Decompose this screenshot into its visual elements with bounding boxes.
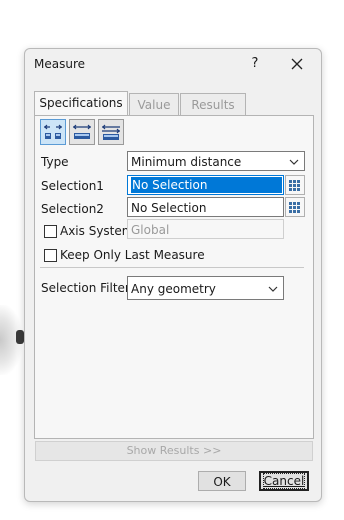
chevron-down-icon — [268, 286, 278, 292]
close-button[interactable] — [287, 54, 307, 74]
axis-system-label: Axis System — [60, 224, 134, 238]
keep-only-last-checkbox[interactable] — [44, 249, 57, 262]
measure-thickness-icon — [102, 124, 120, 140]
chevron-down-icon — [289, 159, 299, 165]
selection2-label: Selection2 — [41, 202, 104, 216]
tab-specifications[interactable]: Specifications — [34, 91, 128, 117]
measure-between-icon — [44, 124, 62, 139]
keep-only-last-label: Keep Only Last Measure — [60, 248, 205, 262]
type-dropdown[interactable]: Minimum distance — [127, 151, 305, 171]
axis-system-value: Global — [131, 223, 170, 237]
selection2-picker-button[interactable] — [285, 197, 305, 217]
selection-filter-label: Selection Filter — [41, 281, 130, 295]
close-icon — [291, 58, 303, 70]
title-bar: Measure ? — [25, 49, 321, 81]
selection1-label: Selection1 — [41, 179, 104, 193]
type-value: Minimum distance — [131, 155, 242, 169]
cancel-button[interactable]: Cancel — [259, 471, 309, 491]
selection2-value: No Selection — [131, 201, 207, 215]
separator — [40, 267, 304, 268]
selection2-field[interactable]: No Selection — [127, 197, 284, 217]
selection1-value: No Selection — [131, 177, 282, 193]
selection-filter-value: Any geometry — [131, 282, 216, 296]
tab-value[interactable]: Value — [129, 93, 179, 116]
tab-results[interactable]: Results — [180, 93, 246, 116]
selection-filter-dropdown[interactable]: Any geometry — [127, 276, 284, 300]
background-model-detail — [16, 330, 24, 344]
ok-button[interactable]: OK — [198, 471, 246, 491]
measure-between-button[interactable] — [40, 119, 66, 145]
cancel-label: Cancel — [262, 473, 306, 489]
dialog-title: Measure — [34, 57, 85, 71]
axis-system-field: Global — [127, 219, 284, 239]
ok-label: OK — [213, 475, 231, 489]
tab-label: Value — [137, 98, 171, 112]
grid-icon — [289, 180, 300, 191]
measure-thickness-button[interactable] — [98, 119, 124, 145]
grid-icon — [289, 202, 300, 213]
tab-label: Results — [191, 98, 235, 112]
type-label: Type — [41, 155, 69, 169]
measure-item-icon — [73, 124, 91, 139]
selection1-field[interactable]: No Selection — [127, 175, 284, 195]
tab-label: Specifications — [39, 96, 123, 110]
show-results-button[interactable]: Show Results >> — [35, 441, 313, 461]
axis-system-checkbox[interactable] — [44, 225, 57, 238]
measure-dialog: Measure ? Specifications Value Results T… — [24, 48, 322, 502]
measure-item-button[interactable] — [69, 119, 95, 145]
help-button[interactable]: ? — [245, 54, 265, 74]
selection1-picker-button[interactable] — [285, 175, 305, 195]
